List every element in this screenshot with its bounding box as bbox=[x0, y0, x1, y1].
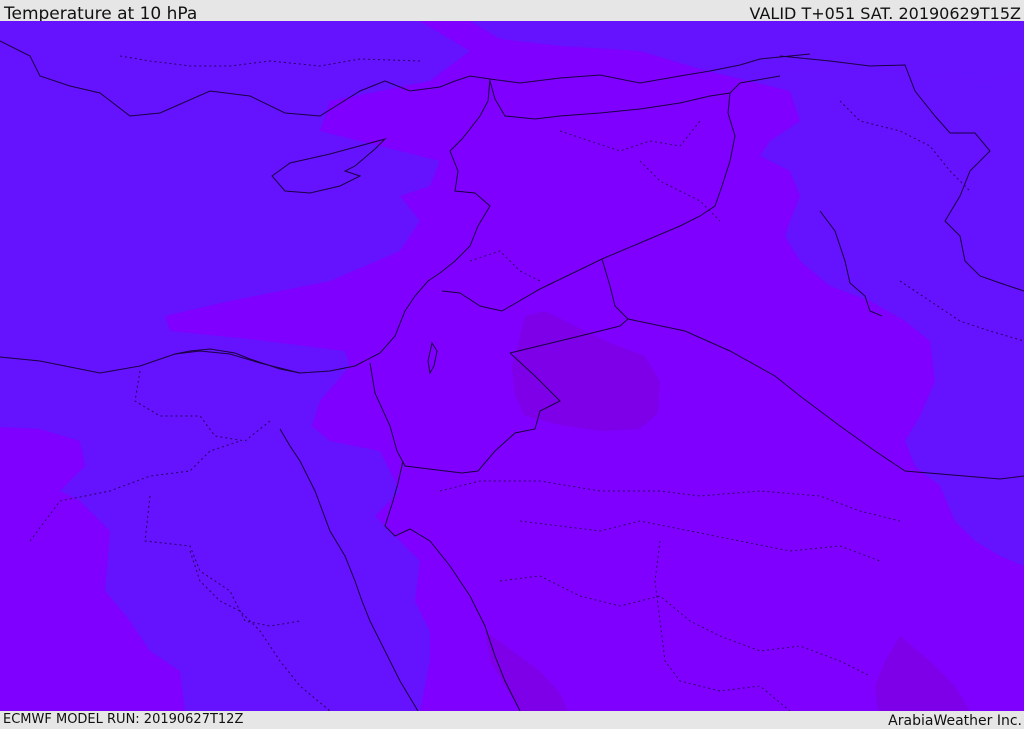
temperature-map bbox=[0, 21, 1024, 711]
map-footer: ECMWF MODEL RUN: 20190627T12Z ArabiaWeat… bbox=[0, 711, 1024, 729]
map-canvas[interactable] bbox=[0, 21, 1024, 711]
credit-label: ArabiaWeather Inc. bbox=[888, 713, 1022, 729]
map-header: Temperature at 10 hPa VALID T+051 SAT. 2… bbox=[0, 0, 1024, 24]
model-run-label: ECMWF MODEL RUN: 20190627T12Z bbox=[3, 712, 244, 727]
